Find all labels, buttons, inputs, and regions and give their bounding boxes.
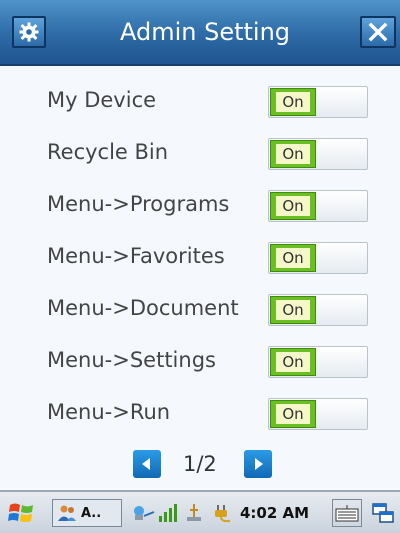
toggle-state: On <box>276 352 310 372</box>
toggle-on-indicator: On <box>270 348 316 376</box>
toggle-on-indicator: On <box>270 400 316 428</box>
windows-switcher-button[interactable] <box>372 499 396 527</box>
toggle-state: On <box>276 300 310 320</box>
network-icon-button[interactable] <box>132 499 156 527</box>
setting-row-recycle-bin: Recycle Bin On <box>0 136 400 174</box>
toggle-my-device[interactable]: On <box>268 86 368 118</box>
toggle-menu-settings[interactable]: On <box>268 346 368 378</box>
arrow-right-icon <box>255 458 263 470</box>
arrow-left-icon <box>142 458 150 470</box>
setting-label: Menu->Favorites <box>47 244 225 268</box>
setting-row-menu-document: Menu->Document On <box>0 292 400 330</box>
setting-row-menu-run: Menu->Run On <box>0 396 400 434</box>
toggle-on-indicator: On <box>270 192 316 220</box>
setting-row-menu-favorites: Menu->Favorites On <box>0 240 400 278</box>
signal-strength-button[interactable] <box>158 499 178 527</box>
next-page-button[interactable] <box>244 450 272 478</box>
setting-row-menu-settings: Menu->Settings On <box>0 344 400 382</box>
taskbar-app-button[interactable]: A.. <box>52 499 122 527</box>
toggle-state: On <box>276 92 310 112</box>
setting-label: My Device <box>47 88 157 112</box>
taskbar: A.. 4:02 AM <box>0 490 400 533</box>
gear-icon <box>19 22 39 42</box>
toggle-on-indicator: On <box>270 88 316 116</box>
pager: 1/2 <box>0 447 400 483</box>
close-button[interactable] <box>360 16 396 48</box>
keyboard-button[interactable] <box>332 499 362 527</box>
page-title: Admin Setting <box>119 18 291 46</box>
toggle-recycle-bin[interactable]: On <box>268 138 368 170</box>
network-icon <box>134 506 155 520</box>
toggle-on-indicator: On <box>270 140 316 168</box>
usb-icon <box>187 504 201 521</box>
toggle-state: On <box>276 248 310 268</box>
toggle-state: On <box>276 196 310 216</box>
toggle-menu-programs[interactable]: On <box>268 190 368 222</box>
usb-connection-button[interactable] <box>184 499 204 527</box>
settings-button[interactable] <box>12 16 46 48</box>
title-bar: Admin Setting <box>0 0 400 66</box>
toggle-menu-run[interactable]: On <box>268 398 368 430</box>
windows-flag-icon <box>8 503 33 522</box>
setting-label: Menu->Settings <box>47 348 216 372</box>
setting-row-my-device: My Device On <box>0 84 400 122</box>
power-status-button[interactable] <box>212 499 236 527</box>
setting-row-menu-programs: Menu->Programs On <box>0 188 400 226</box>
toggle-on-indicator: On <box>270 296 316 324</box>
prev-page-button[interactable] <box>133 450 161 478</box>
setting-label: Menu->Programs <box>47 192 230 216</box>
toggle-on-indicator: On <box>270 244 316 272</box>
power-plug-icon <box>215 505 231 523</box>
toggle-state: On <box>276 144 310 164</box>
clock[interactable]: 4:02 AM <box>240 499 309 527</box>
keyboard-icon <box>335 505 359 522</box>
page-indicator: 1/2 <box>183 452 217 476</box>
windows-switcher-icon <box>372 503 394 523</box>
settings-panel: My Device On Recycle Bin On Menu->Progra… <box>0 66 400 488</box>
setting-label: Menu->Document <box>47 296 239 320</box>
setting-label: Recycle Bin <box>47 140 169 164</box>
signal-strength-icon <box>159 504 177 522</box>
start-button[interactable] <box>6 499 40 527</box>
toggle-menu-document[interactable]: On <box>268 294 368 326</box>
setting-label: Menu->Run <box>47 400 171 424</box>
toggle-menu-favorites[interactable]: On <box>268 242 368 274</box>
taskbar-app-label: A.. <box>81 505 102 521</box>
toggle-state: On <box>276 404 310 424</box>
users-icon <box>58 505 76 521</box>
close-icon <box>368 22 388 42</box>
